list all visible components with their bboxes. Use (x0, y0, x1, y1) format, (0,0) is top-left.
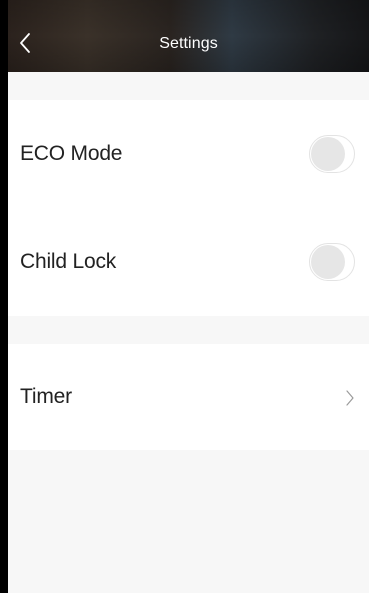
timer-section: Timer (8, 344, 369, 450)
page-title: Settings (159, 35, 218, 52)
settings-row-timer[interactable]: Timer (8, 344, 369, 450)
eco-mode-toggle[interactable] (309, 135, 355, 173)
chevron-right-icon (346, 390, 354, 406)
section-spacer-middle (8, 316, 369, 344)
settings-row-eco-mode: ECO Mode (8, 100, 369, 208)
empty-area (8, 450, 369, 593)
child-lock-label: Child Lock (20, 250, 117, 273)
toggle-knob (311, 245, 345, 279)
eco-mode-label: ECO Mode (20, 142, 123, 165)
navigation-bar: Settings (8, 0, 369, 72)
section-spacer-top (8, 72, 369, 100)
settings-row-child-lock: Child Lock (8, 208, 369, 316)
app-screen: Settings ECO Mode Child Lock Timer (8, 0, 369, 593)
toggle-knob (311, 137, 345, 171)
timer-label: Timer (20, 385, 72, 408)
toggle-settings-section: ECO Mode Child Lock (8, 100, 369, 316)
child-lock-toggle[interactable] (309, 243, 355, 281)
